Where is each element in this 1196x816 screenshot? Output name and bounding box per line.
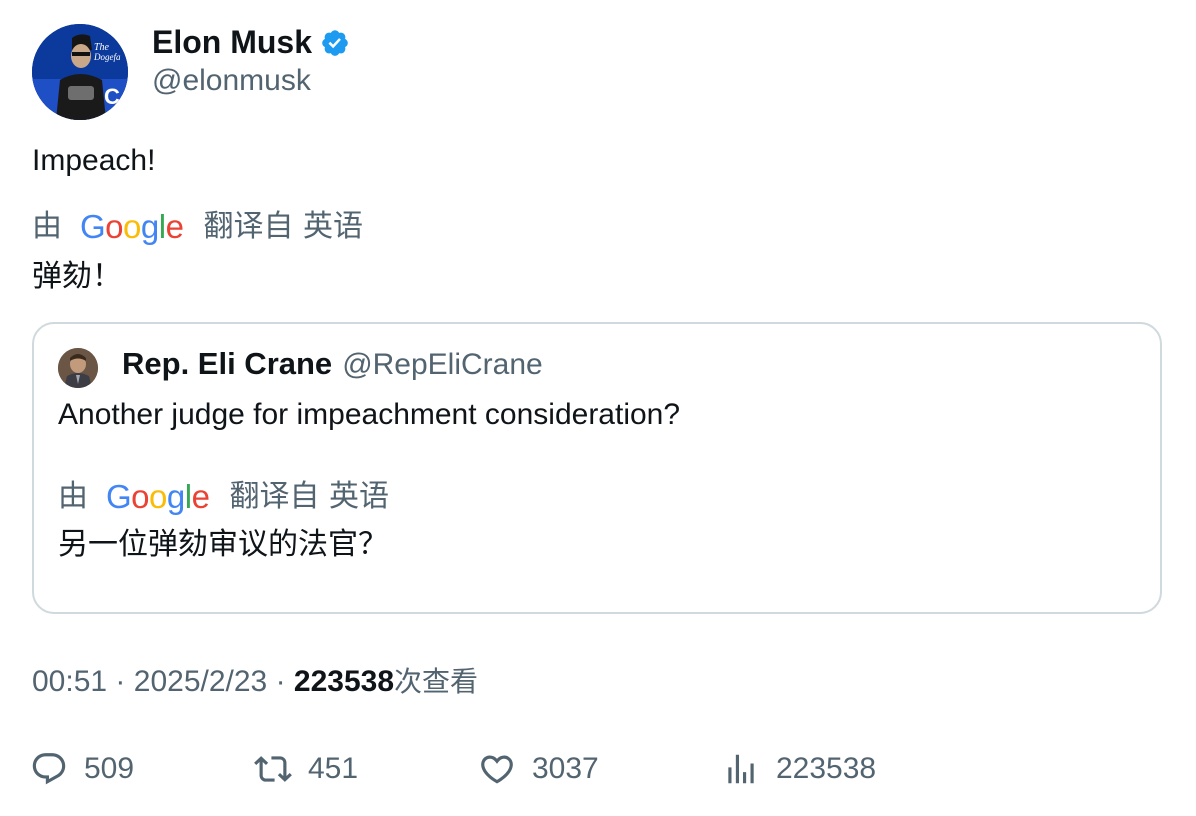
- repost-icon: [254, 756, 292, 782]
- meta-separator: ·: [275, 665, 286, 698]
- like-count: 3037: [532, 752, 599, 785]
- quoted-header: Rep. Eli Crane @RepEliCrane: [122, 344, 543, 385]
- tweet-translated-text: 弹劾！: [32, 259, 122, 294]
- quoted-translation-attribution: 由 Google 翻译自 英语: [58, 478, 389, 516]
- quoted-translate-suffix: 翻译自 英语: [229, 479, 389, 514]
- tweet-date[interactable]: 2025/2/23: [134, 665, 267, 698]
- analytics-icon: [728, 754, 754, 784]
- tweet-time[interactable]: 00:51: [32, 665, 107, 698]
- tweet-meta: 00:51 · 2025/2/23 · 223538次查看: [32, 662, 478, 702]
- like-button[interactable]: 3037: [478, 746, 599, 792]
- tweet-text: Impeach!: [32, 144, 156, 177]
- author-handle[interactable]: @elonmusk: [152, 62, 311, 100]
- quoted-google-logo: Google: [106, 478, 210, 515]
- quoted-translate-prefix: 由: [58, 479, 88, 514]
- quoted-translated-text: 另一位弹劾审议的法官？: [58, 527, 388, 562]
- translate-prefix: 由: [32, 209, 62, 244]
- svg-text:Dogefa: Dogefa: [93, 52, 121, 62]
- repost-button[interactable]: 451: [254, 746, 358, 792]
- quoted-author-name[interactable]: Rep. Eli Crane: [122, 344, 332, 384]
- author-avatar[interactable]: The Dogefa C: [32, 24, 128, 120]
- author-name-row: Elon Musk: [152, 22, 350, 62]
- reply-button[interactable]: 509: [30, 746, 134, 792]
- meta-separator: ·: [115, 665, 126, 698]
- author-name[interactable]: Elon Musk: [152, 22, 312, 62]
- quoted-author-avatar[interactable]: [58, 348, 98, 388]
- quoted-tweet-text: Another judge for impeachment considerat…: [58, 398, 681, 431]
- views-button[interactable]: 223538: [722, 746, 876, 792]
- views-label: 次查看: [394, 665, 479, 698]
- svg-text:C: C: [104, 84, 120, 109]
- action-bar: 509 451 3037 223538: [0, 746, 1196, 796]
- google-logo: Google: [80, 208, 184, 245]
- heart-icon: [481, 755, 513, 784]
- quoted-tweet-card[interactable]: Rep. Eli Crane @RepEliCrane Another judg…: [32, 322, 1162, 614]
- quoted-author-handle[interactable]: @RepEliCrane: [342, 345, 543, 385]
- repost-count: 451: [308, 752, 359, 785]
- reply-count: 509: [84, 752, 135, 785]
- translate-suffix: 翻译自 英语: [203, 209, 363, 244]
- verified-badge-icon: [322, 30, 348, 56]
- translation-attribution: 由 Google 翻译自 英语: [32, 208, 363, 246]
- views-count: 223538: [293, 665, 395, 698]
- reply-icon: [32, 753, 66, 785]
- views-action-count: 223538: [776, 752, 877, 785]
